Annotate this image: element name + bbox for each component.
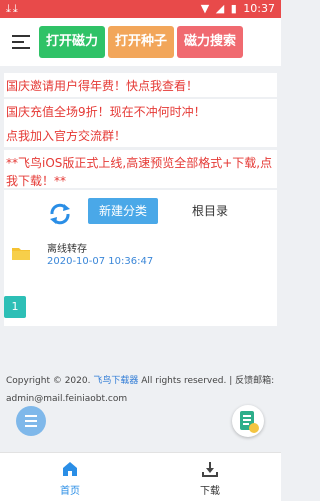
- list-item[interactable]: 离线转存 2020-10-07 10:36:47: [4, 236, 277, 278]
- download-notification-icon: ⤓: [6, 2, 13, 15]
- folder-date: 2020-10-07 10:36:47: [47, 256, 154, 267]
- home-icon: [63, 462, 77, 476]
- open-torrent-button[interactable]: 打开种子: [108, 26, 174, 58]
- download-notification-icon: ⤓: [12, 2, 20, 15]
- notice-ios-release[interactable]: **飞鸟iOS版正式上线,高速预览全部格式+下载,点我下载！**: [4, 150, 277, 188]
- top-toolbar: 打开磁力 打开种子 磁力搜索: [0, 18, 281, 66]
- file-panel: 新建分类 根目录 离线转存 2020-10-07 10:36:47 1: [4, 190, 277, 326]
- copyright-suffix: All rights reserved. | 反馈邮箱:: [141, 376, 275, 386]
- brand-link[interactable]: 飞鸟下载器: [93, 376, 138, 386]
- footer: Copyright © 2020. 飞鸟下载器 All rights reser…: [6, 372, 276, 408]
- notice-join-group[interactable]: 点我加入官方交流群！: [4, 123, 277, 147]
- checklist-icon: [240, 411, 259, 433]
- nav-download-label: 下载: [200, 486, 220, 497]
- refresh-icon[interactable]: [48, 202, 72, 226]
- status-bar: ⤓⤓ ▼ ◢ ▮ 10:37: [0, 0, 281, 18]
- folder-name: 离线转存: [47, 244, 87, 255]
- magnet-search-button[interactable]: 磁力搜索: [177, 26, 243, 58]
- list-menu-button[interactable]: [16, 406, 46, 436]
- menu-icon[interactable]: [12, 35, 32, 49]
- feedback-email[interactable]: admin@mail.feiniaobt.com: [6, 394, 127, 404]
- task-list-button[interactable]: [232, 405, 264, 437]
- status-time: 10:37: [243, 2, 275, 15]
- nav-home-label: 首页: [60, 486, 80, 497]
- new-folder-button[interactable]: 新建分类: [88, 198, 158, 224]
- nav-download[interactable]: 下载: [140, 453, 280, 501]
- notice-invite[interactable]: 国庆邀请用户得年费！快点我查看！: [4, 73, 277, 97]
- system-icons: ▼ ◢ ▮ 10:37: [198, 2, 275, 15]
- copyright-text: Copyright © 2020.: [6, 376, 91, 386]
- wifi-icon: ▼: [200, 2, 210, 15]
- battery-icon: ▮: [230, 2, 237, 15]
- open-magnet-button[interactable]: 打开磁力: [39, 26, 105, 58]
- download-icon: [202, 462, 218, 477]
- folder-icon: [12, 248, 30, 260]
- signal-icon: ◢: [215, 2, 225, 15]
- bottom-navigation: 首页 下载: [0, 452, 281, 501]
- root-directory-label[interactable]: 根目录: [192, 202, 228, 219]
- nav-home[interactable]: 首页: [0, 453, 140, 501]
- page-number-button[interactable]: 1: [4, 296, 26, 318]
- notice-recharge[interactable]: 国庆充值全场9折！现在不冲何时冲！: [4, 99, 277, 123]
- notification-icons: ⤓⤓: [6, 2, 20, 16]
